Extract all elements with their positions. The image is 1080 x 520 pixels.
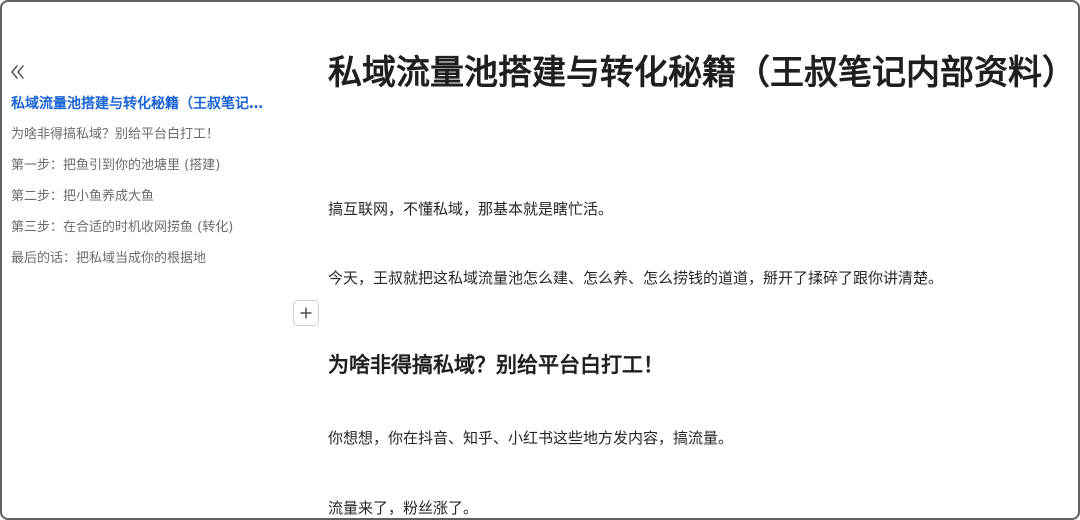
toc-item-title[interactable]: 私域流量池搭建与转化秘籍（王叔笔记内部资料） <box>11 92 267 123</box>
plus-icon <box>300 307 312 319</box>
collapse-sidebar-button[interactable] <box>9 58 27 84</box>
paragraph[interactable]: 今天，王叔就把这私域流量池怎么建、怎么养、怎么捞钱的道道，掰开了揉碎了跟你讲清楚… <box>328 266 943 290</box>
double-chevron-left-icon <box>11 65 24 79</box>
toc-item-final-words[interactable]: 最后的话：把私域当成你的根据地 <box>11 247 267 278</box>
toc-item-why-private-traffic[interactable]: 为啥非得搞私域？别给平台白打工！ <box>11 123 267 154</box>
add-block-button[interactable] <box>293 300 319 326</box>
toc-item-step-one[interactable]: 第一步：把鱼引到你的池塘里 (搭建) <box>11 154 267 185</box>
paragraph[interactable]: 流量来了，粉丝涨了。 <box>328 496 478 518</box>
section-heading[interactable]: 为啥非得搞私域？别给平台白打工！ <box>328 349 664 381</box>
paragraph[interactable]: 搞互联网，不懂私域，那基本就是瞎忙活。 <box>328 197 613 221</box>
paragraph[interactable]: 你想想，你在抖音、知乎、小红书这些地方发内容，搞流量。 <box>328 426 733 450</box>
toc-item-step-two[interactable]: 第二步：把小鱼养成大鱼 <box>11 185 267 216</box>
document-title[interactable]: 私域流量池搭建与转化秘籍（王叔笔记内部资料） <box>328 50 1076 96</box>
table-of-contents: 私域流量池搭建与转化秘籍（王叔笔记内部资料） 为啥非得搞私域？别给平台白打工！ … <box>11 92 267 278</box>
app-window: 私域流量池搭建与转化秘籍（王叔笔记内部资料） 为啥非得搞私域？别给平台白打工！ … <box>0 0 1080 520</box>
toc-item-step-three[interactable]: 第三步：在合适的时机收网捞鱼 (转化) <box>11 216 267 247</box>
